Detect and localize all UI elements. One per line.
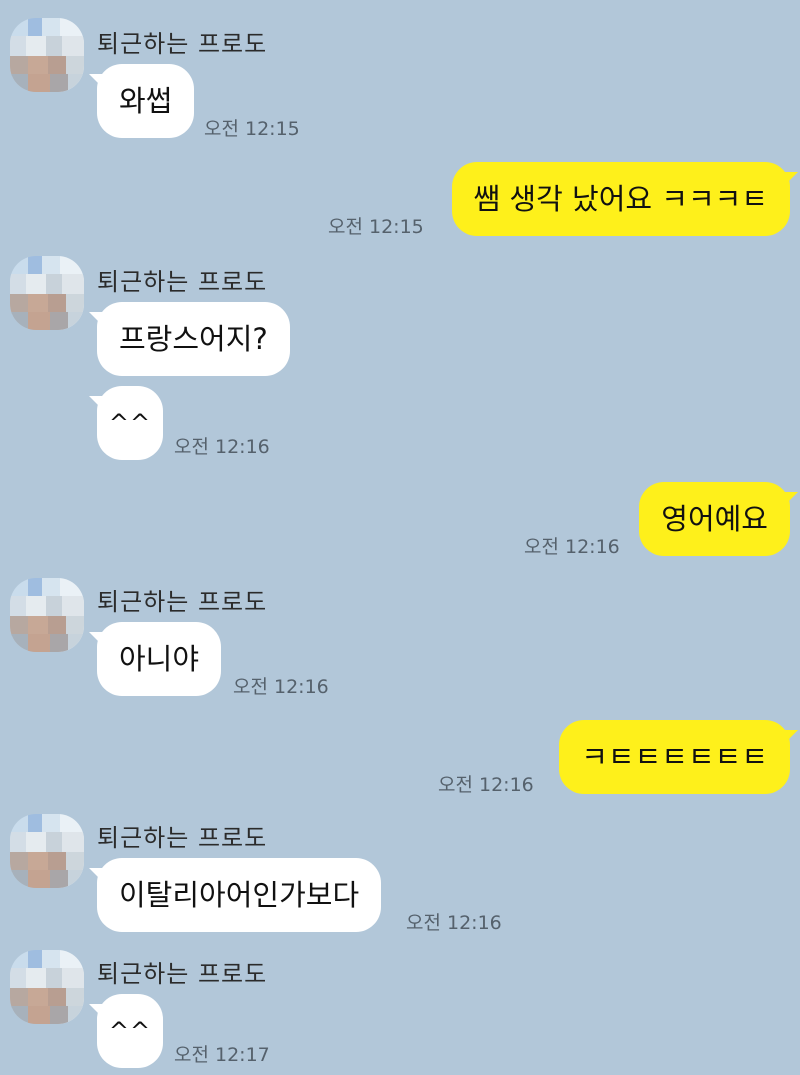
message-time: 오전 12:16 xyxy=(524,536,620,558)
message-time: 오전 12:16 xyxy=(406,912,502,934)
chat-area: 퇴근하는 프로도 와썹 오전 12:15 쌤 생각 났어요 ㅋㅋㅋㅌ 오전 12… xyxy=(0,0,800,1075)
sender-name: 퇴근하는 프로도 xyxy=(97,960,268,988)
message-bubble[interactable]: ㅋㅌㅌㅌㅌㅌㅌ xyxy=(559,720,798,794)
message-bubble[interactable]: 아니야 xyxy=(88,622,222,696)
message-time: 오전 12:15 xyxy=(328,216,424,238)
message-bubble[interactable]: 와썹 xyxy=(88,64,195,138)
avatar[interactable] xyxy=(10,18,84,92)
message-bubble[interactable]: 프랑스어지? xyxy=(89,302,290,376)
avatar[interactable] xyxy=(10,256,84,330)
sender-name: 퇴근하는 프로도 xyxy=(97,268,268,296)
message-bubble[interactable]: 영어예요 xyxy=(639,482,798,556)
message-time: 오전 12:16 xyxy=(438,774,534,796)
message-bubble[interactable]: ^^ xyxy=(89,994,163,1068)
message-time: 오전 12:15 xyxy=(204,118,300,140)
message-time: 오전 12:17 xyxy=(174,1044,270,1066)
sender-name: 퇴근하는 프로도 xyxy=(97,30,268,58)
message-bubble[interactable]: ^^ xyxy=(89,386,163,460)
sender-name: 퇴근하는 프로도 xyxy=(97,824,268,852)
avatar[interactable] xyxy=(10,950,84,1024)
message-bubble[interactable]: 쌤 생각 났어요 ㅋㅋㅋㅌ xyxy=(451,162,799,236)
sender-name: 퇴근하는 프로도 xyxy=(97,588,268,616)
message-time: 오전 12:16 xyxy=(233,676,329,698)
avatar[interactable] xyxy=(10,814,84,888)
message-bubble[interactable]: 이탈리아어인가보다 xyxy=(88,858,382,932)
avatar[interactable] xyxy=(10,578,84,652)
message-time: 오전 12:16 xyxy=(174,436,270,458)
